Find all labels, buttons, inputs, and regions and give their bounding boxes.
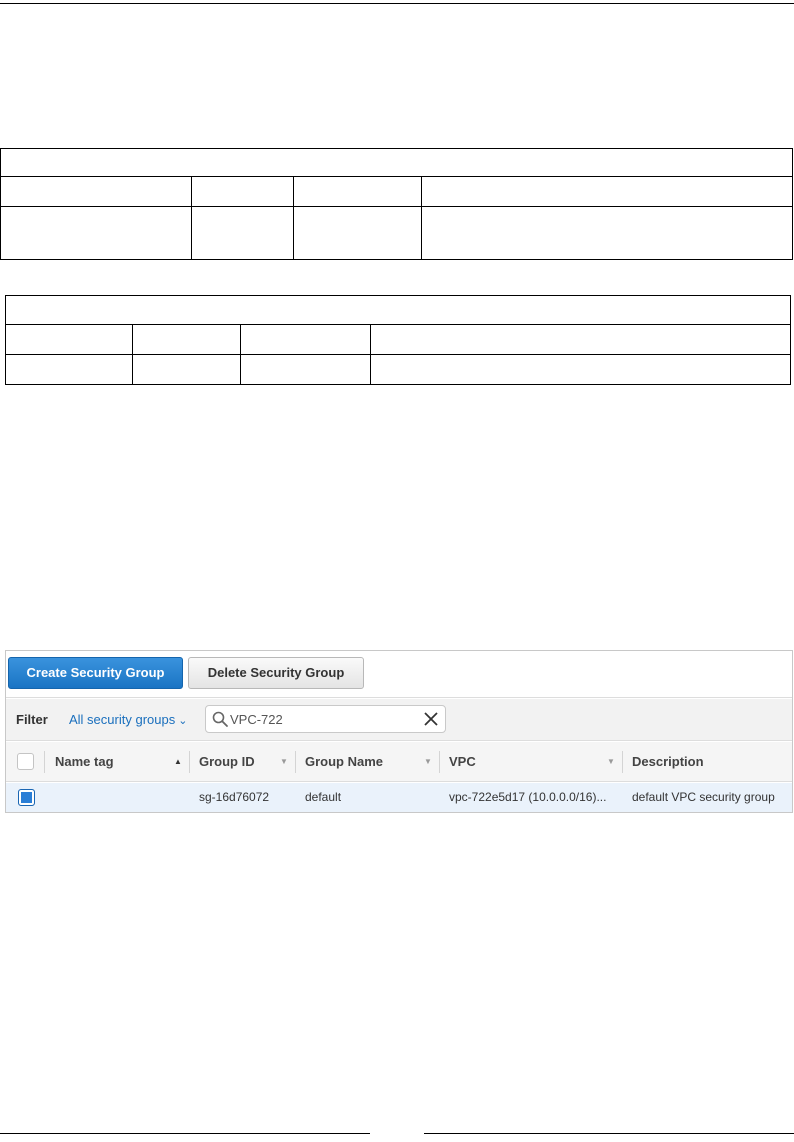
empty-table-cell	[370, 354, 791, 385]
table-row[interactable]: sg-16d76072 default vpc-722e5d17 (10.0.0…	[6, 783, 792, 812]
column-divider	[44, 751, 45, 773]
footer-rule-left	[0, 1133, 370, 1134]
empty-table-cell	[5, 324, 133, 355]
search-input[interactable]	[230, 709, 415, 729]
security-groups-panel: Create Security Group Delete Security Gr…	[5, 650, 793, 813]
chevron-down-icon: ⌄	[178, 715, 188, 727]
empty-table-cell	[240, 324, 371, 355]
search-icon	[212, 711, 228, 727]
column-divider	[439, 751, 440, 773]
empty-table-cell	[293, 176, 422, 207]
sort-icon[interactable]: ▼	[424, 742, 432, 782]
empty-table-cell	[191, 176, 294, 207]
empty-table-cell	[0, 176, 192, 207]
sort-icon[interactable]: ▼	[607, 742, 615, 782]
footer-rule-right	[424, 1133, 794, 1134]
column-header-description[interactable]: Description	[632, 742, 704, 782]
filter-dropdown-value: All security groups	[69, 712, 176, 727]
empty-table-cell	[132, 354, 241, 385]
search-box[interactable]	[205, 705, 446, 733]
column-divider	[622, 751, 623, 773]
column-header-group-name[interactable]: Group Name	[305, 742, 383, 782]
empty-table-cell	[421, 206, 793, 260]
filter-bar: Filter All security groups ⌄	[6, 699, 792, 741]
empty-table-cell	[421, 176, 793, 207]
delete-security-group-button[interactable]: Delete Security Group	[188, 657, 364, 689]
empty-table-cell	[370, 324, 791, 355]
empty-table-title-cell	[0, 148, 793, 177]
close-icon[interactable]	[423, 711, 439, 727]
sort-icon[interactable]: ▼	[280, 742, 288, 782]
empty-table-top	[0, 148, 793, 260]
empty-table-title-cell	[5, 295, 791, 325]
cell-name-tag	[55, 783, 185, 812]
cell-group-name: default	[305, 790, 342, 804]
empty-table-bottom	[5, 295, 791, 385]
filter-label: Filter	[16, 712, 48, 727]
select-all-checkbox[interactable]	[17, 753, 34, 770]
sort-ascending-icon[interactable]: ▲	[174, 742, 182, 782]
cell-description: default VPC security group	[632, 790, 775, 804]
page-top-rule	[0, 3, 794, 4]
empty-table-cell	[132, 324, 241, 355]
create-security-group-button[interactable]: Create Security Group	[8, 657, 183, 689]
toolbar: Create Security Group Delete Security Gr…	[6, 651, 792, 698]
column-header-vpc[interactable]: VPC	[449, 742, 476, 782]
empty-table-cell	[191, 206, 294, 260]
empty-table-cell	[240, 354, 371, 385]
column-header-group-id[interactable]: Group ID	[199, 742, 255, 782]
empty-table-cell	[0, 206, 192, 260]
cell-vpc: vpc-722e5d17 (10.0.0.0/16)...	[449, 790, 607, 804]
security-group-filter-dropdown[interactable]: All security groups ⌄	[69, 712, 187, 727]
column-divider	[189, 751, 190, 773]
column-header-name-tag[interactable]: Name tag	[55, 742, 114, 782]
empty-table-cell	[5, 354, 133, 385]
empty-table-cell	[293, 206, 422, 260]
cell-group-id: sg-16d76072	[199, 790, 270, 804]
row-select-checkbox[interactable]	[18, 789, 35, 806]
column-divider	[295, 751, 296, 773]
table-header-row: Name tag ▲ Group ID ▼ Group Name ▼ VPC ▼…	[6, 742, 792, 782]
